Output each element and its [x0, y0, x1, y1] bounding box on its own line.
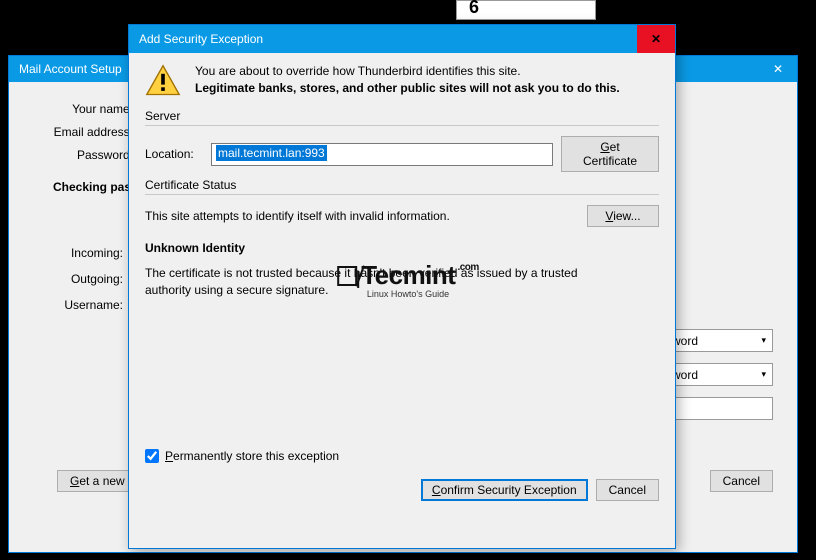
cancel-button[interactable]: Cancel	[596, 479, 659, 501]
password-label: Password:	[33, 148, 133, 162]
warning-text: You are about to override how Thunderbir…	[195, 63, 620, 97]
name-label: Your name:	[33, 102, 133, 116]
location-input[interactable]: mail.tecmint.lan:993	[211, 143, 553, 166]
close-icon[interactable]: ✕	[759, 57, 797, 81]
warn-line-1: You are about to override how Thunderbir…	[195, 63, 620, 80]
incoming-label: Incoming:	[33, 246, 123, 260]
warning-icon	[145, 63, 181, 99]
location-value: mail.tecmint.lan:993	[216, 145, 327, 161]
chevron-down-icon: ▾	[761, 335, 766, 346]
unknown-identity-heading: Unknown Identity	[145, 241, 659, 255]
confirm-security-exception-button[interactable]: Confirm Security Exception	[421, 479, 588, 501]
cancel-button[interactable]: Cancel	[710, 470, 773, 492]
cert-status-label: Certificate Status	[145, 178, 659, 192]
cert-description: The certificate is not trusted because i…	[145, 265, 605, 299]
mail-setup-title: Mail Account Setup	[19, 62, 122, 76]
get-certificate-button[interactable]: Get Certificate	[561, 136, 659, 172]
security-exception-window: Add Security Exception ✕ You are about t…	[128, 24, 676, 549]
permanent-store-label[interactable]: Permanently store this exception	[165, 449, 339, 463]
chevron-down-icon: ▾	[761, 369, 766, 380]
server-section-label: Server	[145, 109, 659, 123]
security-exception-title: Add Security Exception	[139, 32, 263, 46]
outgoing-label: Outgoing:	[33, 272, 123, 286]
date-number: 6	[469, 0, 479, 18]
close-icon[interactable]: ✕	[637, 25, 675, 53]
security-exception-titlebar: Add Security Exception ✕	[129, 25, 675, 53]
location-label: Location:	[145, 147, 203, 161]
background-calendar-fragment: 6	[456, 0, 596, 20]
permanent-store-checkbox[interactable]	[145, 449, 159, 463]
username-label: Username:	[33, 298, 123, 312]
warn-line-2: Legitimate banks, stores, and other publ…	[195, 80, 620, 97]
cert-status-text: This site attempts to identify itself wi…	[145, 209, 450, 223]
email-label: Email address:	[33, 125, 133, 139]
view-certificate-button[interactable]: View...	[587, 205, 659, 227]
